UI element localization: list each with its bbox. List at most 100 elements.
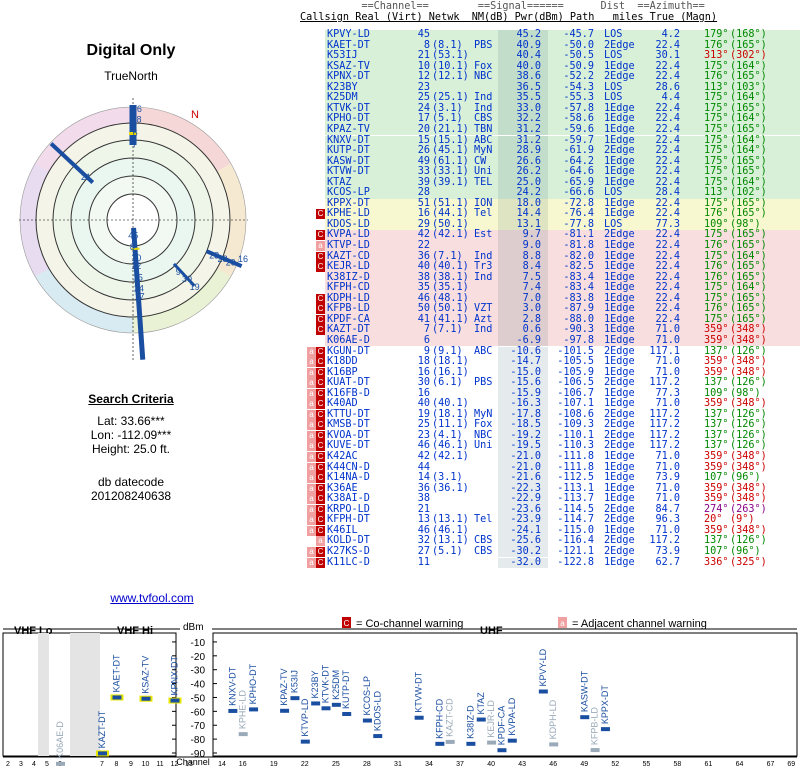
spectrum-bar-label: KFPB-LD (590, 707, 600, 746)
spectrum-bar: K38IZ-D (465, 705, 476, 746)
adjacent-warning-icon: a (307, 346, 316, 357)
table-row[interactable]: KPAZ-TV 20 (21.1) TBN 31.2 -59.6 1Edge 22.4 175°… (300, 123, 800, 136)
spectrum-bar-label: KEJR-LD (486, 700, 496, 738)
cochannel-warning-icon: C (316, 357, 325, 368)
polar-channel-label: 7 (132, 139, 137, 149)
cell-pwr: -97.8 (563, 334, 594, 346)
dbm-label: dBm (183, 622, 204, 633)
cell-mag: (348°) (730, 334, 767, 346)
vhf-channel-tick: 11 (156, 761, 163, 768)
cell-virt: (42.1) (432, 229, 469, 241)
cell-path: 2Edge (604, 145, 635, 157)
vhf-hi-label: VHF Hi (117, 625, 153, 637)
cochannel-warning-icon: C (316, 504, 325, 515)
polar-channel-label: 16 (238, 254, 248, 264)
cell-nm: 31.2 (516, 123, 541, 135)
channel-axis-label: Channel (176, 757, 210, 767)
uhf-channel-tick: 52 (611, 761, 619, 768)
longitude: Lon: -112.09*** (90, 428, 172, 442)
polar-plot: N 16186721232829 16458101215241793019 (18, 98, 248, 362)
cochannel-warning-icon: C (316, 399, 325, 410)
cell-cs: K42AC (327, 451, 358, 462)
spectrum-bar: KASW-DT (579, 670, 590, 720)
spectrum-bar: KUTP-DT (341, 669, 352, 716)
spectrum-bar-label: KFPH-CD (434, 698, 444, 738)
cochannel-warning-icon: C (316, 251, 325, 262)
uhf-channel-tick: 37 (456, 761, 464, 768)
adjacent-warning-icon: a (307, 515, 316, 526)
cell-nm: -30.2 (510, 545, 541, 557)
cell-cs: KPVY-LD (327, 29, 370, 40)
spectrum-bar: KFPH-CD (434, 698, 445, 746)
cochannel-warning-icon: C (316, 230, 325, 241)
polar-channel-label: 6 (133, 128, 138, 138)
adjacent-warning-icon: a (307, 473, 316, 484)
cell-mag: (96°) (730, 545, 761, 557)
table-row[interactable]: Ca K27KS-D 27 (5.1) CBS -30.2 -121.1 2Edge 73.9 1… (300, 545, 800, 558)
adjacent-warning-icon: a (307, 367, 316, 378)
db-datecode-value: 201208240638 (90, 489, 172, 503)
polar-channel-label: 45 (128, 231, 138, 241)
cell-az: 179° (704, 29, 729, 40)
dbm-tick: -60 (191, 707, 206, 718)
table-row[interactable]: Ca K11LC-D 11 -32.0 -122.8 1Edge 62.7 336° (325°… (300, 556, 800, 569)
cell-virt: (5.1) (432, 545, 463, 557)
cochannel-warning-icon: C (316, 346, 325, 357)
spectrum-bar: KTVK-DT (321, 664, 331, 711)
spectrum-bar: KPDF-CA (496, 706, 507, 753)
table-row[interactable]: a KTVP-LD 22 9.0 -81.8 1Edge 22.4 176° (165°) (300, 240, 800, 252)
table-row[interactable]: KUTP-DT 26 (45.1) MyN 28.9 -61.9 2Edge 22.4 175°… (300, 145, 800, 157)
cell-mag: (348°) (730, 356, 767, 368)
cell-path: 1Edge (604, 334, 635, 346)
spectrum-bar: KTVP-LD (300, 698, 310, 744)
cell-az: 176° (704, 240, 729, 251)
table-row[interactable]: Ca K42AC 42 (42.1) -21.0 -111.8 1Edge 71.0 359°(… (300, 451, 800, 463)
table-row[interactable]: KPVY-LD 45 45.2 -45.7 LOS 4.2 179° (168°) (300, 29, 800, 41)
cell-az: 107° (704, 545, 729, 557)
cochannel-warning-icon: C (316, 293, 325, 304)
adjacent-legend-icon-text: a (560, 619, 565, 628)
uhf-channel-tick: 14 (218, 761, 226, 768)
cell-net: TBN (474, 123, 493, 135)
cell-dist: 71.0 (655, 451, 680, 462)
table-row[interactable]: K06AE-D 6 -6.9 -97.8 1Edge 71.0 359° (348°) (300, 334, 800, 347)
cell-mag: (168°) (730, 29, 767, 40)
spectrum-bar-label: K38IZ-D (465, 705, 475, 739)
cochannel-warning-icon: C (316, 546, 325, 557)
adjacent-warning-icon: a (307, 441, 316, 452)
spectrum-bar: KPHE-LD (238, 690, 248, 737)
cochannel-warning-icon: C (316, 367, 325, 378)
uhf-channel-tick: 43 (518, 761, 526, 768)
polar-channel-label: 16 (132, 104, 142, 114)
cell-virt: (18.1) (432, 356, 469, 368)
uhf-channel-tick: 34 (425, 761, 433, 768)
uhf-channel-tick: 67 (767, 761, 775, 768)
spectrum-bar-label: KPVY-LD (538, 648, 548, 686)
cochannel-warning-icon: C (316, 262, 325, 273)
adjacent-warning-icon: a (307, 483, 316, 494)
table-row[interactable]: Ca K18DD 18 (18.1) -14.7 -105.5 1Edge 71.0 359°(… (300, 356, 800, 368)
cell-cs: KTVP-LD (327, 240, 370, 251)
cell-real: 27 (417, 545, 430, 557)
cochannel-warning-icon: C (316, 441, 325, 452)
cell-net: NBC (474, 71, 493, 83)
adjacent-warning-icon: a (307, 546, 316, 557)
table-row[interactable]: Ca KRPO-LD 21 -23.6 -114.5 2Edge 84.7 274° (263°… (300, 504, 800, 516)
cochannel-warning-icon: C (316, 420, 325, 431)
cell-nm: 45.2 (516, 29, 541, 40)
table-header-groups: ==Channel== ==Signal====== Dist ==Azimut… (300, 1, 705, 12)
cochannel-warning-icon: C (316, 314, 325, 325)
cell-dist: 62.7 (655, 556, 680, 568)
polar-channel-label: 8 (130, 242, 135, 252)
site-link[interactable]: www.tvfool.com (0, 591, 304, 605)
dbm-tick: -20 (191, 652, 206, 663)
spectrum-bar-label: KASW-DT (579, 670, 589, 712)
ch56-shade (38, 633, 49, 756)
spectrum-bar: KCOS-LP (362, 676, 372, 723)
polar-channel-label: 12 (131, 261, 141, 271)
vhf-channel-tick: 9 (129, 761, 133, 768)
cell-az: 175° (704, 123, 729, 135)
cell-virt: (12.1) (432, 71, 469, 83)
uhf-channel-tick: 49 (580, 761, 588, 768)
polar-channel-label: 19 (190, 282, 200, 292)
